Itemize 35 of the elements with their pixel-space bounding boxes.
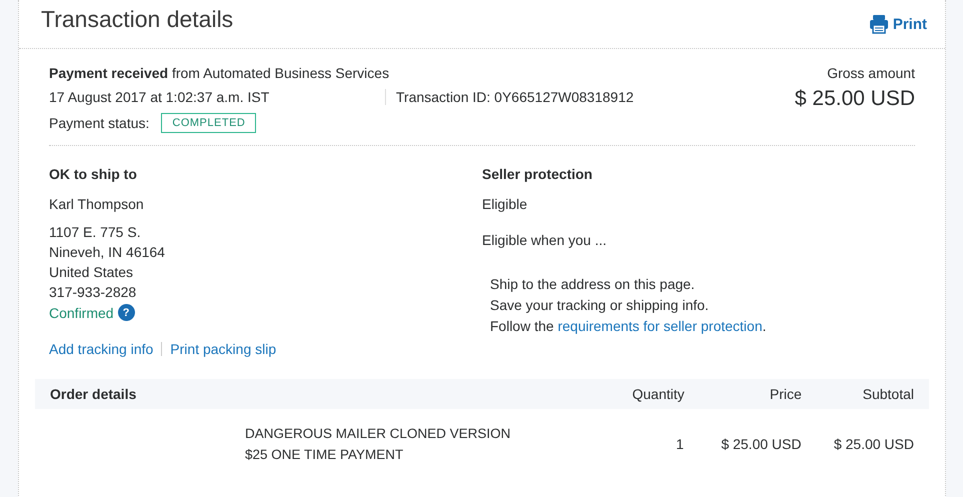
protection-heading: Seller protection [482, 166, 592, 182]
column-header: Quantity [631, 386, 684, 402]
transaction-id: Transaction ID: 0Y665127W08318912 [385, 89, 634, 105]
item-name: DANGEROUS MAILER CLONED VERSION $25 ONE TIME PAYMENT [245, 425, 512, 464]
help-icon[interactable]: ? [118, 304, 135, 321]
gross-amount: $ 25.00 USD [794, 87, 915, 111]
requirements-link[interactable]: requirements for seller protection [558, 318, 762, 334]
protection-status: Eligible [482, 196, 528, 212]
table-cell-text: $ 25.00 USD [832, 436, 914, 452]
column-header: Price [768, 386, 802, 402]
action-link[interactable]: Print packing slip [170, 341, 276, 357]
page-title: Transaction details [41, 6, 234, 32]
address-line: United States [49, 264, 134, 280]
column-header: Subtotal [862, 386, 914, 402]
protection-step: Ship to the address on this page. [490, 276, 766, 292]
address-line: 1107 E. 775 S. [49, 224, 142, 240]
gross-label: Gross amount [827, 65, 915, 81]
status-label: Payment status: [49, 115, 150, 131]
protection-intro: Eligible when you ... [482, 232, 607, 248]
protection-step: Save your tracking or shipping info. [490, 297, 766, 313]
confirmed-status: Confirmed [49, 304, 114, 320]
table-cell-text: 1 [674, 436, 684, 452]
recipient-name: Karl Thompson [49, 196, 144, 212]
table-cell-text: $ 25.00 USD [720, 436, 802, 452]
printer-icon [868, 14, 889, 34]
address-line: Nineveh, IN 46164 [49, 244, 165, 260]
column-header: Order details [50, 386, 138, 402]
ship-heading: OK to ship to [49, 166, 137, 182]
status-badge: COMPLETED [161, 113, 256, 133]
transaction-date: 17 August 2017 at 1:02:37 a.m. IST [49, 89, 270, 105]
protection-step: Follow the requirements for seller protection. [490, 318, 766, 334]
payment-headline: Payment received from Automated Business Services [49, 65, 390, 81]
action-link[interactable]: Add tracking info [49, 341, 154, 357]
print-link[interactable]: Print [868, 14, 927, 34]
address-line: 317-933-2828 [49, 284, 138, 300]
